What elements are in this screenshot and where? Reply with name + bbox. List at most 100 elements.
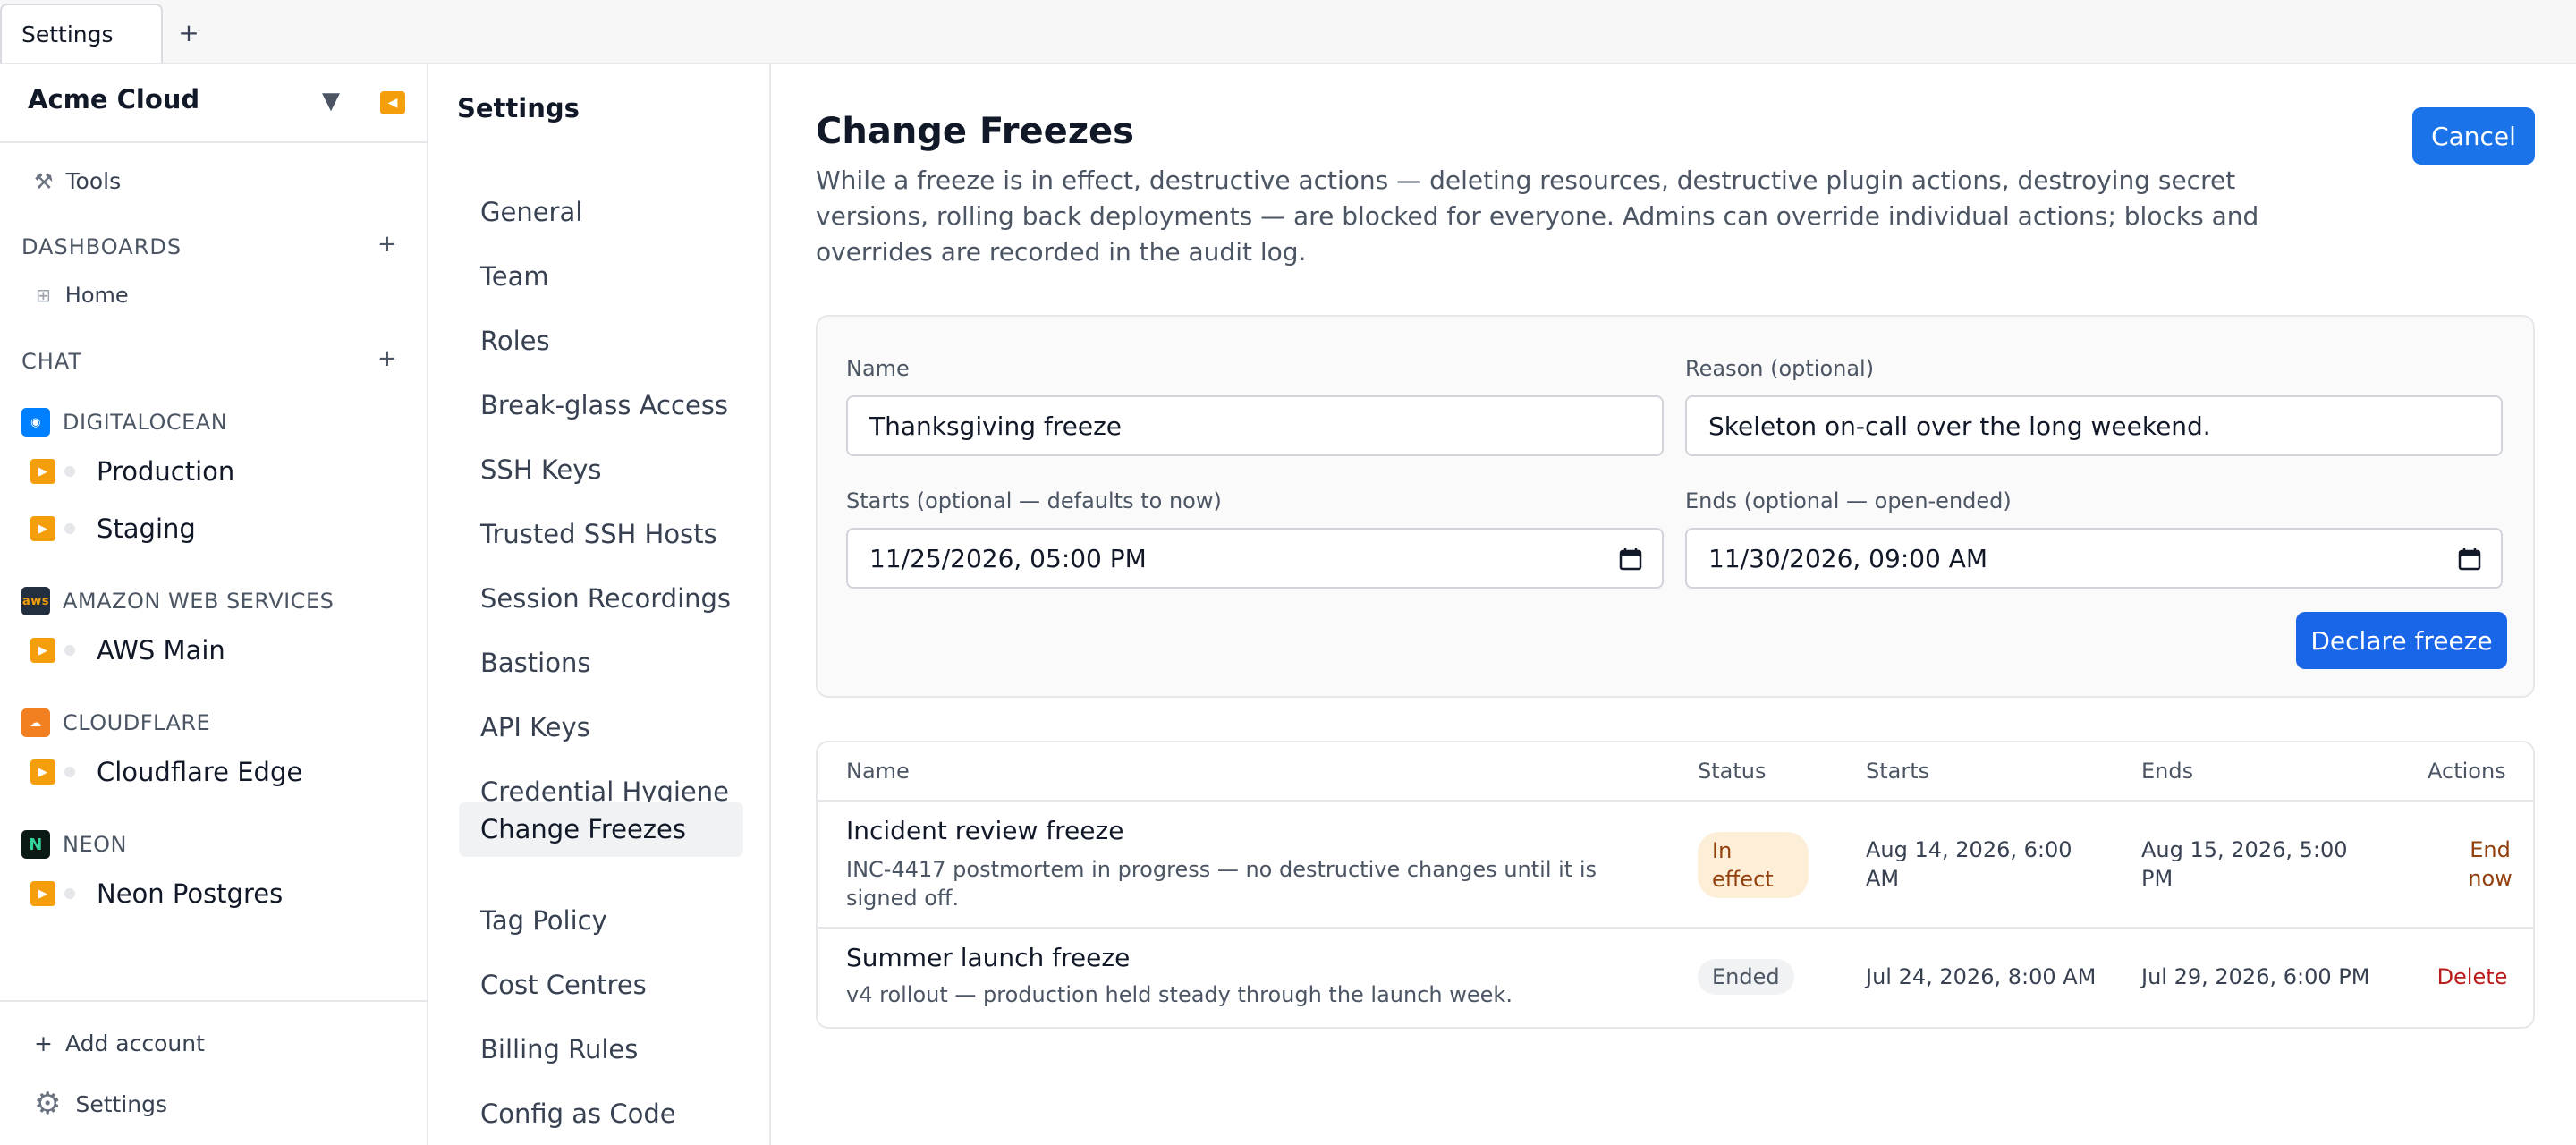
provider-aws[interactable]: aws AMAZON WEB SERVICES [21,587,334,615]
play-icon: ▶ [30,638,55,663]
grid-icon: ⊞ [36,284,51,306]
chat-heading: CHAT [21,349,83,374]
nav-item-billing-rules[interactable]: Billing Rules [459,1022,743,1077]
connection-staging[interactable]: ▶ Staging [30,513,196,544]
tab-settings[interactable]: Settings [0,4,163,63]
reason-label: Reason (optional) [1685,356,1875,381]
sidebar-item-home[interactable]: ⊞ Home [36,283,129,308]
col-starts: Starts [1866,759,1930,784]
reason-field[interactable]: Skeleton on-call over the long weekend. [1685,395,2503,456]
add-chat-icon[interactable]: + [377,345,397,372]
nav-item-team[interactable]: Team [459,249,743,304]
end-now-button[interactable]: End now [2463,835,2517,893]
status-badge: In effect [1698,832,1809,898]
provider-name: CLOUDFLARE [63,710,211,735]
freeze-starts: Aug 14, 2026, 6:00 AM [1866,837,2072,891]
nav-item-trusted-ssh-hosts[interactable]: Trusted SSH Hosts [459,506,743,562]
nav-item-bastions[interactable]: Bastions [459,635,743,691]
nav-item-break-glass-access[interactable]: Break-glass Access [459,377,743,433]
play-icon: ▶ [30,516,55,541]
ends-value: 11/30/2026, 09:00 AM [1708,543,1988,573]
cloudflare-logo-icon: ☁ [21,708,50,737]
provider-name: AMAZON WEB SERVICES [63,589,335,614]
neon-logo-icon: N [21,830,50,859]
nav-item-cost-centres[interactable]: Cost Centres [459,957,743,1013]
delete-button[interactable]: Delete [2436,963,2508,991]
connection-label: AWS Main [97,635,225,666]
table-row: Summer launch freeze v4 rollout — produc… [818,929,2533,1027]
freeze-name: Summer launch freeze [846,943,1131,972]
new-tab-button[interactable]: + [175,16,202,48]
play-icon: ▶ [30,459,55,484]
aws-logo-icon: aws [21,587,50,615]
connection-label: Neon Postgres [97,878,284,909]
ends-label: Ends (optional — open-ended) [1685,488,2012,513]
home-label: Home [64,283,129,308]
freeze-ends: Jul 29, 2026, 6:00 PM [2141,964,2370,989]
connection-label: Cloudflare Edge [97,757,303,787]
name-field[interactable]: Thanksgiving freeze [846,395,1664,456]
status-badge: Ended [1698,959,1794,995]
page-title: Change Freezes [816,111,1134,152]
connection-neon-postgres[interactable]: ▶ Neon Postgres [30,878,283,909]
connection-aws-main[interactable]: ▶ AWS Main [30,635,225,666]
nav-item-ssh-keys[interactable]: SSH Keys [459,442,743,497]
provider-neon[interactable]: N NEON [21,830,127,859]
starts-label: Starts (optional — defaults to now) [846,488,1222,513]
wrench-icon: ⚒ [34,168,54,194]
page-description: While a freeze is in effect, destructive… [816,165,2259,267]
connection-production[interactable]: ▶ Production [30,456,234,487]
status-dot [64,767,75,777]
play-icon: ▶ [30,759,55,785]
connection-label: Staging [97,513,196,544]
play-icon: ▶ [30,881,55,906]
nav-item-config-as-code[interactable]: Config as Code [459,1086,743,1141]
tab-strip: Settings + [0,0,2576,64]
nav-item-tag-policy[interactable]: Tag Policy [459,893,743,948]
collapse-icon[interactable]: ◀ [380,91,405,114]
col-name: Name [846,759,910,784]
table-header: Name Status Starts Ends Actions [818,742,2533,802]
plus-icon: + [34,1030,53,1056]
calendar-icon[interactable] [1619,547,1642,571]
nav-item-session-recordings[interactable]: Session Recordings [459,571,743,626]
settings-nav: Settings General Team Roles Break-glass … [430,64,771,1145]
provider-digitalocean[interactable]: ◉ DIGITALOCEAN [21,408,227,437]
starts-field[interactable]: 11/25/2026, 05:00 PM [846,528,1664,589]
ends-field[interactable]: 11/30/2026, 09:00 AM [1685,528,2503,589]
add-dashboard-icon[interactable]: + [377,231,397,258]
digitalocean-logo-icon: ◉ [21,408,50,437]
calendar-icon[interactable] [2458,547,2481,571]
table-row: Incident review freeze INC-4417 postmort… [818,802,2533,929]
freeze-ends: Aug 15, 2026, 5:00 PM [2141,837,2348,891]
freeze-starts: Jul 24, 2026, 8:00 AM [1866,964,2097,989]
nav-item-roles[interactable]: Roles [459,313,743,369]
connection-cloudflare-edge[interactable]: ▶ Cloudflare Edge [30,757,302,787]
col-actions: Actions [2428,759,2506,784]
main-content: Change Freezes While a freeze is in effe… [773,64,2576,1145]
nav-item-api-keys[interactable]: API Keys [459,700,743,755]
nav-item-change-freezes[interactable]: Change Freezes [459,802,743,857]
provider-name: DIGITALOCEAN [63,410,228,435]
name-label: Name [846,356,910,381]
freeze-description: INC-4417 postmortem in progress — no des… [846,857,1597,911]
cancel-button[interactable]: Cancel [2412,107,2535,165]
sidebar-settings-button[interactable]: ⚙ Settings [34,1086,167,1122]
connection-label: Production [97,456,235,487]
dashboards-heading: DASHBOARDS [21,234,182,259]
name-value: Thanksgiving freeze [869,411,1123,441]
sidebar: Acme Cloud ▼ ◀ ⚒ Tools DASHBOARDS + ⊞ Ho… [0,64,428,1145]
chevron-down-icon[interactable]: ▼ [322,88,340,114]
settings-nav-title: Settings [457,93,580,123]
provider-name: NEON [63,832,127,857]
declare-freeze-button[interactable]: Declare freeze [2296,612,2507,669]
add-account-button[interactable]: + Add account [34,1030,205,1056]
sidebar-item-tools[interactable]: ⚒ Tools [34,168,121,194]
reason-value: Skeleton on-call over the long weekend. [1708,411,2211,441]
provider-cloudflare[interactable]: ☁ CLOUDFLARE [21,708,210,737]
nav-item-general[interactable]: General [459,184,743,240]
sidebar-footer: + Add account ⚙ Settings [0,1000,427,1145]
org-header: Acme Cloud ▼ ◀ [0,64,427,143]
status-dot [64,523,75,534]
org-name[interactable]: Acme Cloud [28,84,199,114]
